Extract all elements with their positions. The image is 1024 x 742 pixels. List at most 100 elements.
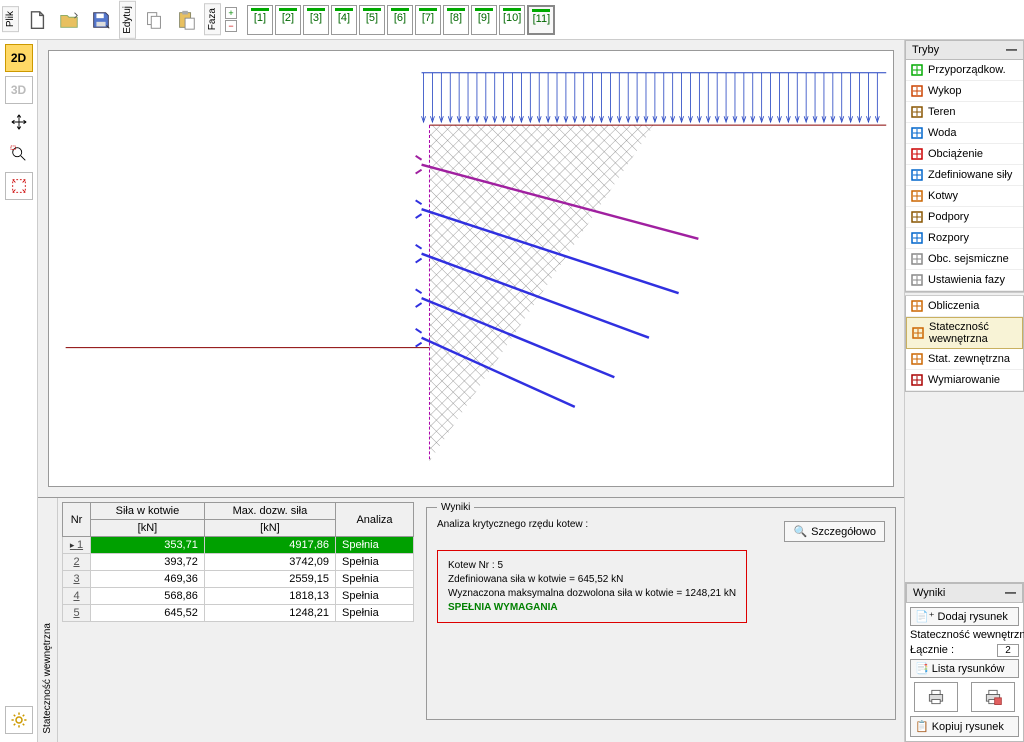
load-icon [910, 147, 924, 161]
right-panel: Tryby— Przyporządkow.WykopTerenWodaObcią… [904, 40, 1024, 742]
mode-stability-int[interactable]: Stateczność wewnętrzna [906, 317, 1023, 349]
edytuj-tab[interactable]: Edytuj [119, 1, 136, 39]
phase-button-2[interactable]: [2] [275, 5, 301, 35]
stability-ext-icon [910, 352, 924, 366]
dim-icon [910, 373, 924, 387]
phase-button-10[interactable]: [10] [499, 5, 525, 35]
phase-button-3[interactable]: [3] [303, 5, 329, 35]
mode-load[interactable]: Obciążenie [906, 144, 1023, 165]
col-analiza[interactable]: Analiza [336, 503, 414, 537]
col-sila[interactable]: Siła w kotwie [91, 503, 205, 520]
results-area: Wyniki 🔍Szczegółowo Analiza krytycznego … [418, 498, 904, 742]
col-sila-unit: [kN] [91, 520, 205, 537]
table-row[interactable]: 1353,714917,86Spełnia [63, 537, 414, 554]
results-title: Wyniki [437, 502, 474, 513]
settings-gear-icon[interactable] [5, 706, 33, 734]
mode-anchor[interactable]: Kotwy [906, 186, 1023, 207]
phase-add-button[interactable]: + [225, 7, 237, 19]
table-row[interactable]: 4568,861818,13Spełnia [63, 588, 414, 605]
mode-support[interactable]: Podpory [906, 207, 1023, 228]
mode-terrain[interactable]: Teren [906, 102, 1023, 123]
plus-page-icon: 📄⁺ [915, 610, 935, 623]
mode-calc[interactable]: Obliczenia [906, 296, 1023, 317]
plik-tab[interactable]: Plik [2, 6, 19, 32]
mode-forces[interactable]: Zdefiniowane siły [906, 165, 1023, 186]
save-file-icon[interactable] [87, 6, 115, 34]
zoom-icon[interactable] [5, 140, 33, 168]
drawing-list-button[interactable]: 📑Lista rysunków [910, 659, 1019, 678]
mode-seismic[interactable]: Obc. sejsmiczne [906, 249, 1023, 270]
settings-icon [910, 273, 924, 287]
result-status: SPEŁNIA WYMAGANIA [448, 602, 736, 613]
copy-icon[interactable] [140, 6, 168, 34]
anchor-table: Nr Siła w kotwie Max. dozw. siła Analiza… [58, 498, 418, 742]
magnifier-icon: 🔍 [793, 525, 807, 538]
mode-strut[interactable]: Rozpory [906, 228, 1023, 249]
mode-settings[interactable]: Ustawienia fazy [906, 270, 1023, 291]
mode-water[interactable]: Woda [906, 123, 1023, 144]
copy-icon: 📋 [915, 720, 929, 733]
phase-add-remove: + − [225, 7, 237, 32]
phase-button-8[interactable]: [8] [443, 5, 469, 35]
add-drawing-button[interactable]: 📄⁺Dodaj rysunek [910, 607, 1019, 626]
anchor-icon [910, 189, 924, 203]
main-area: 2D 3D [0, 40, 904, 742]
print-bw-button[interactable] [914, 682, 958, 712]
col-nr[interactable]: Nr [63, 503, 91, 537]
mode-stability-ext[interactable]: Stat. zewnętrzna [906, 349, 1023, 370]
copy-drawing-button[interactable]: 📋Kopiuj rysunek [910, 716, 1019, 737]
strut-icon [910, 231, 924, 245]
extents-icon[interactable] [5, 172, 33, 200]
drawing-canvas[interactable] [48, 50, 894, 487]
table-row[interactable]: 5645,521248,21Spełnia [63, 605, 414, 622]
table-row[interactable]: 2393,723742,09Spełnia [63, 554, 414, 571]
col-max-unit: [kN] [204, 520, 335, 537]
phase-remove-button[interactable]: − [225, 20, 237, 32]
calc-icon [910, 299, 924, 313]
support-icon [910, 210, 924, 224]
result-kotew: Kotew Nr : 5 [448, 560, 736, 571]
print-color-button[interactable] [971, 682, 1015, 712]
view-2d-button[interactable]: 2D [5, 44, 33, 72]
forces-icon [910, 168, 924, 182]
list-icon: 📑 [915, 662, 929, 675]
col-max[interactable]: Max. dozw. siła [204, 503, 335, 520]
open-file-icon[interactable] [55, 6, 83, 34]
phase-buttons: [1][2][3][4][5][6][7][8][9][10][11] [247, 5, 555, 35]
tryby-header: Tryby— [905, 40, 1024, 60]
phase-button-9[interactable]: [9] [471, 5, 497, 35]
phase-button-11[interactable]: [11] [527, 5, 555, 35]
total-label: Łącznie : [910, 644, 954, 657]
total-value[interactable] [997, 644, 1019, 657]
bottom-panel: Stateczność wewnętrzna Nr Siła w kotwie … [38, 497, 904, 742]
stability-int-icon [911, 326, 925, 340]
result-wyzn: Wyznaczona maksymalna dozwolona siła w k… [448, 588, 736, 599]
mode-excavation[interactable]: Wykop [906, 81, 1023, 102]
mode-assign[interactable]: Przyporządkow. [906, 60, 1023, 81]
assign-icon [910, 63, 924, 77]
phase-button-5[interactable]: [5] [359, 5, 385, 35]
phase-button-4[interactable]: [4] [331, 5, 357, 35]
calc-mode-list: ObliczeniaStateczność wewnętrznaStat. ze… [905, 296, 1024, 392]
result-zdef: Zdefiniowana siła w kotwie = 645,52 kN [448, 574, 736, 585]
phase-button-7[interactable]: [7] [415, 5, 441, 35]
faza-tab[interactable]: Faza [204, 3, 221, 35]
view-toolbar: 2D 3D [0, 40, 38, 742]
phase-button-1[interactable]: [1] [247, 5, 273, 35]
view-3d-button[interactable]: 3D [5, 76, 33, 104]
stat-int-label: Stateczność wewnętrzna : [910, 629, 1024, 642]
table-row[interactable]: 3469,362559,15Spełnia [63, 571, 414, 588]
main-toolbar: Plik Edytuj Faza + − [1][2][3][4][5][6][… [0, 0, 1024, 40]
pan-icon[interactable] [5, 108, 33, 136]
minimize-icon[interactable]: — [1006, 44, 1017, 56]
paste-icon[interactable] [172, 6, 200, 34]
minimize-icon[interactable]: — [1005, 587, 1016, 599]
new-file-icon[interactable] [23, 6, 51, 34]
bottom-vtab[interactable]: Stateczność wewnętrzna [38, 498, 58, 742]
phase-button-6[interactable]: [6] [387, 5, 413, 35]
details-button[interactable]: 🔍Szczegółowo [784, 521, 885, 542]
water-icon [910, 126, 924, 140]
canvas-column: Stateczność wewnętrzna Nr Siła w kotwie … [38, 40, 904, 742]
terrain-icon [910, 105, 924, 119]
mode-dim[interactable]: Wymiarowanie [906, 370, 1023, 391]
